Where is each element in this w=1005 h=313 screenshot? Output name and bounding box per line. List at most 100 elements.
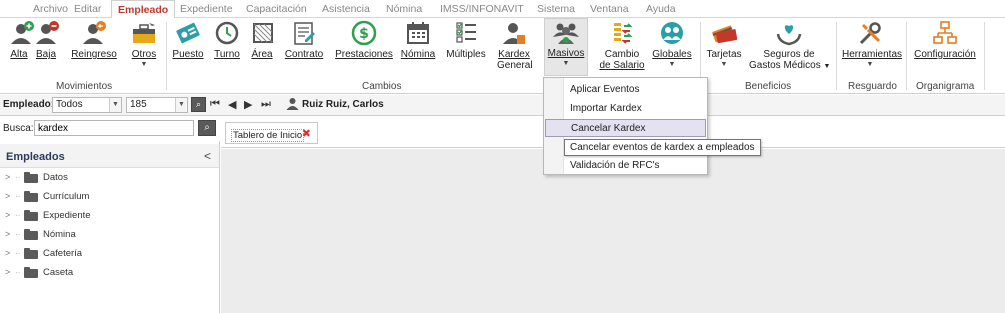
menu-tab-expediente[interactable]: Expediente [180,3,233,15]
first-icon: ⏮ [210,98,220,110]
prestaciones-button[interactable]: $ Prestaciones [334,20,394,60]
menu-tab-nomina[interactable]: Nómina [386,3,422,15]
reingreso-button[interactable]: Reingreso [66,20,122,60]
nomina-button[interactable]: Nómina [399,20,437,60]
next-icon: ▶ [244,99,253,111]
svg-text:$: $ [359,26,369,42]
herramientas-button[interactable]: Herramientas ▼ [842,20,902,69]
user-kardex-icon [500,20,528,46]
group-label-resguardo: Resguardo [848,81,897,92]
briefcase-icon [130,20,158,46]
chevron-down-icon: ▼ [109,98,121,112]
area-button[interactable]: Área [249,20,275,60]
menu-tab-ayuda[interactable]: Ayuda [646,3,676,15]
last-record-button[interactable]: ⏭ [261,98,271,111]
salary-change-icon [608,20,636,46]
globales-button[interactable]: Globales ▼ [652,20,692,69]
folder-icon [24,210,38,221]
baja-button[interactable]: Baja [33,20,59,60]
employee-filter-value: Todos [56,99,83,110]
tarjetas-button[interactable]: Tarjetas ▼ [706,20,742,69]
menu-tab-imss[interactable]: IMSS/INFONAVIT [440,3,524,15]
menu-tab-archivo[interactable]: Archivo [33,3,68,15]
search-icon: ⌕ [204,122,210,133]
menu-tab-empleado[interactable]: Empleado [111,0,176,19]
close-icon[interactable]: ✖ [302,127,311,140]
chevron-down-icon: ▼ [668,61,676,68]
masivos-dropdown-menu: Aplicar Eventos Importar Kardex Cancelar… [543,77,708,175]
tree-item-label: Expediente [43,210,91,221]
search-row: Busca: ⌕ [0,117,220,139]
cambio-salario-button[interactable]: Cambio de Salario [599,20,645,71]
employee-filter-select[interactable]: Todos ▼ [52,97,122,113]
collapse-panel-icon[interactable]: < [204,149,211,163]
chevron-down-icon: ▼ [562,60,570,67]
configuracion-button[interactable]: Configuración [914,20,976,60]
kardex-general-button[interactable]: Kardex General [497,20,533,71]
employees-panel-header: Empleados < [0,144,219,168]
menu-tab-sistema[interactable]: Sistema [537,3,575,15]
alta-button[interactable]: Alta [8,20,34,60]
tree-item-label: Currículum [43,191,90,202]
chevron-down-icon: ▼ [720,61,728,68]
menu-bar: Archivo Editar Empleado Expediente Capac… [0,0,1005,19]
expand-icon[interactable]: > [5,248,10,258]
document-edit-icon [290,20,318,46]
masivos-button[interactable]: Masivos ▼ [544,18,588,76]
expand-icon[interactable]: > [5,210,10,220]
next-record-button[interactable]: ▶ [244,98,252,111]
user-icon [286,97,299,113]
ribbon: Alta Baja Reingreso Otros ▼ Movimientos … [0,18,1005,94]
folder-icon [24,248,38,259]
heart-hands-icon [775,20,803,46]
empleado-label: Empleado: [3,99,55,110]
folder-icon [24,172,38,183]
area-crop-icon [249,20,277,46]
multiples-button[interactable]: Múltiples [444,20,488,60]
menu-item-aplicar-eventos[interactable]: Aplicar Eventos [545,81,706,99]
expand-icon[interactable]: > [5,267,10,277]
otros-button[interactable]: Otros ▼ [129,20,159,69]
chevron-down-icon: ▼ [866,61,874,68]
menu-tab-editar[interactable]: Editar [74,3,101,15]
money-icon: $ [350,20,378,46]
puesto-button[interactable]: Puesto [172,20,204,60]
globe-users-icon [658,20,686,46]
users-group-icon [552,19,580,45]
expand-icon[interactable]: > [5,172,10,182]
tab-label: Tablero de Inicio [231,129,305,142]
folder-icon [24,191,38,202]
seguros-gastos-medicos-button[interactable]: Seguros de Gastos Médicos ▼ [749,20,831,72]
search-input[interactable] [34,120,194,136]
tab-tablero-de-inicio[interactable]: Tablero de Inicio ✖ [225,122,318,144]
expand-icon[interactable]: > [5,191,10,201]
menu-tab-capacitacion[interactable]: Capacitación [246,3,307,15]
group-label-movimientos: Movimientos [56,81,113,92]
search-button[interactable]: ⌕ [198,120,216,136]
menu-item-cancelar-kardex[interactable]: Cancelar Kardex [545,119,706,137]
id-card-icon [174,20,202,46]
checklist-icon [452,20,480,46]
turno-button[interactable]: Turno [213,20,241,60]
cards-icon [710,20,738,46]
ribbon-separator [906,22,907,90]
employee-toolbar: Empleado: Todos ▼ 185 ▼ ⌕ ⏮ ◀ ▶ ⏭ Ruiz R… [0,95,1005,116]
menu-tab-asistencia[interactable]: Asistencia [322,3,370,15]
chevron-down-icon: ▼ [823,63,831,70]
menu-item-validacion-rfc[interactable]: Validación de RFC's [545,157,706,175]
menu-item-importar-kardex[interactable]: Importar Kardex [545,100,706,118]
folder-icon [24,229,38,240]
expand-icon[interactable]: > [5,229,10,239]
org-chart-icon [931,20,959,46]
contrato-button[interactable]: Contrato [283,20,325,60]
search-employee-button[interactable]: ⌕ [191,97,206,112]
group-label-cambios: Cambios [362,81,402,92]
previous-record-button[interactable]: ◀ [228,98,236,111]
ribbon-separator [984,22,985,90]
menu-tab-ventana[interactable]: Ventana [590,3,629,15]
previous-icon: ◀ [228,99,237,111]
ribbon-separator [836,22,837,90]
tree-item-label: Datos [43,172,68,183]
employee-number-select[interactable]: 185 ▼ [126,97,188,113]
first-record-button[interactable]: ⏮ [210,98,220,111]
